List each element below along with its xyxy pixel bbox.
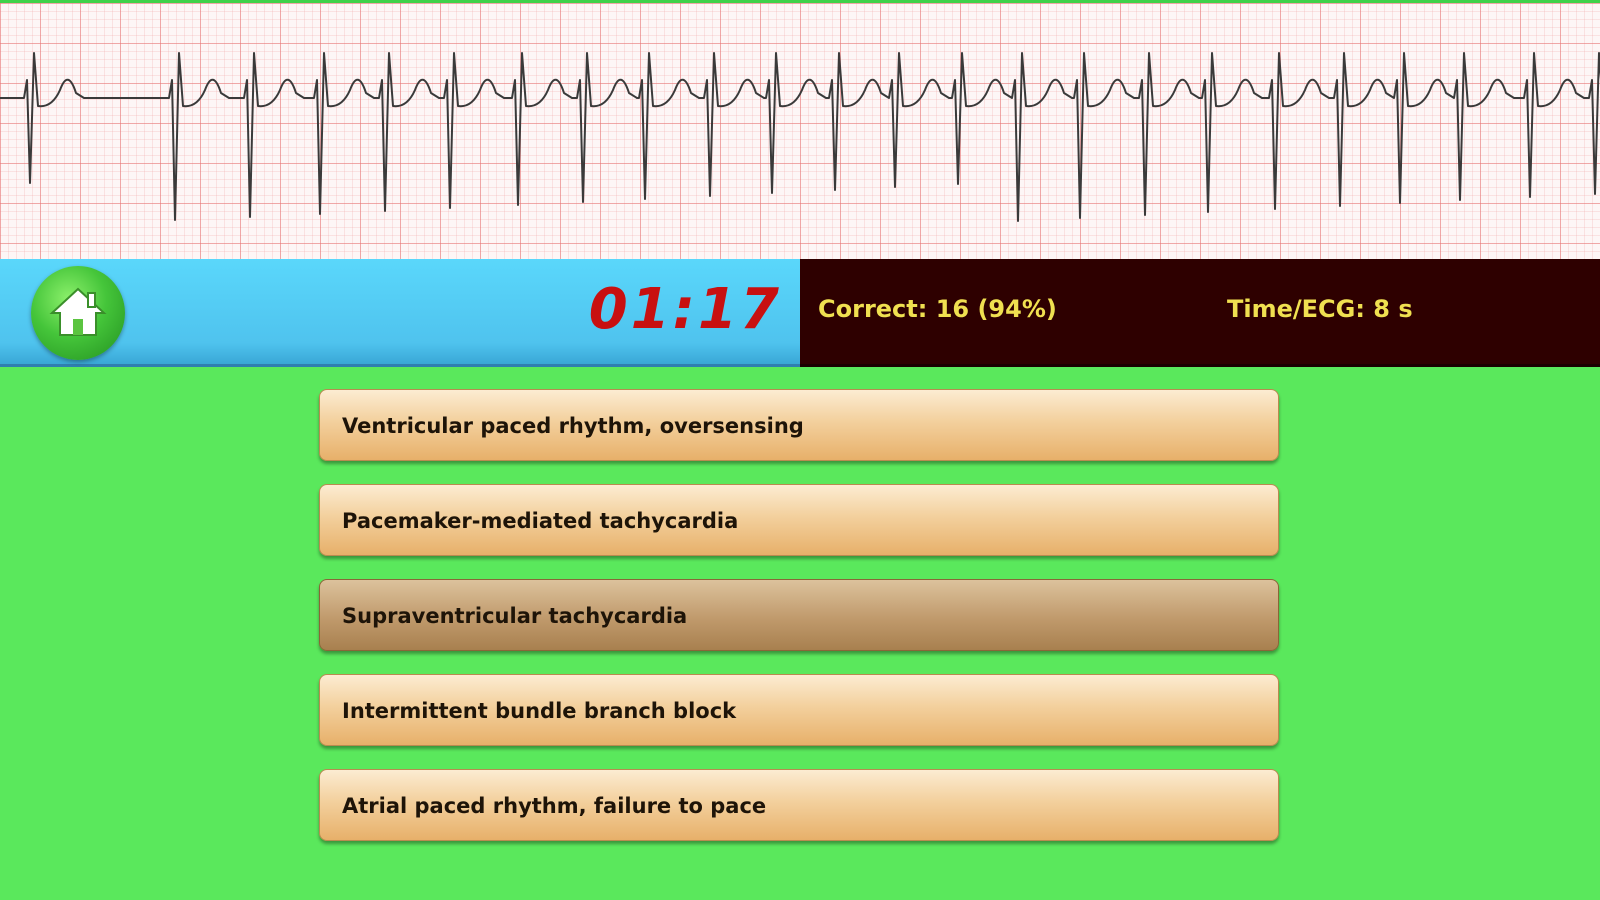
answer-label: Intermittent bundle branch block xyxy=(342,699,737,723)
timer-panel: 01:17 xyxy=(0,259,800,367)
answer-label: Supraventricular tachycardia xyxy=(342,604,688,628)
answer-option-selected[interactable]: Supraventricular tachycardia xyxy=(319,579,1279,651)
home-button[interactable] xyxy=(31,266,125,360)
answer-option[interactable]: Intermittent bundle branch block xyxy=(319,674,1279,746)
ecg-strip xyxy=(0,0,1600,259)
answer-list: Ventricular paced rhythm, oversensing Pa… xyxy=(319,389,1279,864)
ecg-trace xyxy=(0,52,1600,222)
answer-option[interactable]: Ventricular paced rhythm, oversensing xyxy=(319,389,1279,461)
time-per-ecg: Time/ECG: 8 s xyxy=(1227,295,1413,323)
timer: 01:17 xyxy=(588,277,782,342)
answer-option[interactable]: Atrial paced rhythm, failure to pace xyxy=(319,769,1279,841)
answer-label: Ventricular paced rhythm, oversensing xyxy=(342,414,804,438)
status-bar: 01:17 Correct: 16 (94%) Time/ECG: 8 s xyxy=(0,259,1600,367)
stats-panel: Correct: 16 (94%) Time/ECG: 8 s xyxy=(800,259,1600,367)
correct-count: Correct: 16 (94%) xyxy=(818,295,1057,323)
answer-label: Pacemaker-mediated tachycardia xyxy=(342,509,739,533)
answer-option[interactable]: Pacemaker-mediated tachycardia xyxy=(319,484,1279,556)
home-icon xyxy=(49,287,107,336)
answer-label: Atrial paced rhythm, failure to pace xyxy=(342,794,767,818)
